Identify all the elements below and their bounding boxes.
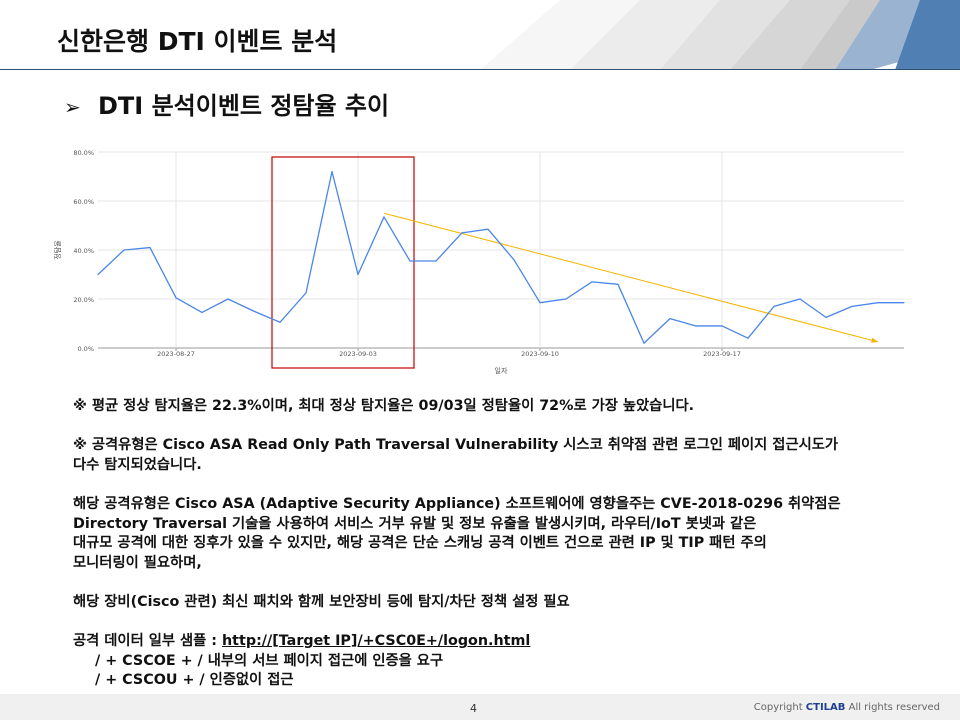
data-point: [903, 302, 905, 304]
data-point: [487, 228, 489, 230]
data-point: [721, 325, 723, 327]
page-number: 4: [470, 702, 477, 715]
paragraph-cve-1: 해당 공격유형은 Cisco ASA (Adaptive Security Ap…: [73, 495, 841, 512]
data-point: [253, 310, 255, 312]
header-divider: [0, 69, 960, 70]
y-axis-label: 정탐율: [53, 240, 62, 260]
slide-header: 신한은행 DTI 이벤트 분석: [0, 0, 960, 70]
highlight-box: [271, 156, 415, 369]
section-heading: ➢ DTI 분석이벤트 정탐율 추이: [64, 86, 389, 121]
data-point: [357, 273, 359, 276]
data-point: [149, 246, 151, 249]
data-point: [175, 297, 177, 299]
data-point: [227, 298, 229, 300]
data-point: [669, 318, 671, 320]
paragraph-average: ※ 평균 정상 탐지율은 22.3%이며, 최대 정상 탐지율은 09/03일 …: [73, 398, 695, 414]
data-point: [435, 260, 437, 262]
y-tick-label: 40.0%: [73, 247, 94, 255]
data-point: [513, 259, 515, 261]
section-title: DTI 분석이벤트 정탐율 추이: [98, 92, 390, 120]
trend-line: [383, 212, 879, 343]
x-tick-label: 2023-09-17: [703, 350, 741, 358]
data-point: [331, 171, 333, 173]
data-point: [409, 260, 411, 262]
x-tick-label: 2023-09-10: [521, 350, 559, 358]
analysis-text: ※ 평균 정상 탐지율은 22.3%이며, 최대 정상 탐지율은 09/03일 …: [73, 397, 913, 691]
data-point: [825, 316, 827, 318]
data-point: [305, 292, 307, 294]
y-tick-label: 80.0%: [73, 149, 94, 157]
paragraph-sample: 공격 데이터 일부 샘플 : http://[Target IP]/+CSC0E…: [73, 632, 913, 652]
slide-title: 신한은행 DTI 이벤트 분석: [57, 27, 338, 56]
data-point: [773, 305, 775, 307]
y-tick-label: 20.0%: [73, 296, 94, 304]
data-point: [539, 302, 541, 304]
data-point: [617, 283, 619, 285]
paragraph-attack-type-1: ※ 공격유형은 Cisco ASA Read Only Path Travers…: [73, 437, 839, 454]
sample-url-link[interactable]: http://[Target IP]/+CSC0E+/logon.html: [222, 633, 530, 649]
x-axis-label: 일자: [495, 366, 508, 375]
detection-rate-chart: 0.0% 20.0% 40.0% 60.0% 80.0% 2023-08-27 2023-0…: [53, 149, 905, 375]
paragraph-recommendation: 해당 장비(Cisco 관련) 최신 패치와 함께 보안장비 등에 탐지/차단 …: [73, 593, 570, 610]
sample-line-csoe: / + CSCOE + / 내부의 서브 페이지 접근에 인증을 요구: [95, 652, 444, 669]
x-tick-label: 2023-08-27: [157, 350, 195, 358]
data-point: [591, 281, 593, 283]
paragraph-attack-type-2: 다수 탐지되었습니다.: [73, 456, 202, 473]
data-point: [565, 298, 567, 300]
data-point: [695, 325, 697, 327]
data-point: [383, 216, 385, 218]
paragraph-cve-4: 모니터링이 필요하며,: [73, 554, 202, 571]
paragraph-cve-2: Directory Traversal 기술을 사용하여 서비스 거부 유발 및…: [73, 515, 757, 532]
sample-label: 공격 데이터 일부 샘플 :: [73, 633, 222, 650]
y-tick-label: 0.0%: [77, 345, 94, 353]
data-point: [851, 305, 853, 307]
data-point: [461, 232, 463, 234]
sample-line-cscou: / + CSCOU + / 인증없이 접근: [95, 672, 294, 689]
x-tick-label: 2023-09-03: [339, 350, 377, 358]
data-point: [747, 337, 749, 339]
data-point: [279, 321, 281, 323]
copyright-brand: CTILAB: [805, 702, 846, 713]
data-point: [799, 298, 801, 300]
data-point: [97, 273, 99, 276]
arrow-bullet-icon: ➢: [64, 95, 81, 119]
y-tick-label: 60.0%: [73, 198, 94, 206]
copyright-prefix: Copyright: [753, 702, 806, 713]
paragraph-cve-3: 대규모 공격에 대한 징후가 있을 수 있지만, 해당 공격은 단순 스캐닝 공…: [73, 535, 767, 552]
copyright-suffix: All rights reserved: [845, 702, 940, 713]
data-point: [643, 342, 645, 344]
data-point: [201, 311, 203, 314]
data-point: [877, 302, 879, 304]
data-point: [123, 249, 125, 251]
copyright-text: Copyright CTILAB All rights reserved: [754, 702, 940, 713]
